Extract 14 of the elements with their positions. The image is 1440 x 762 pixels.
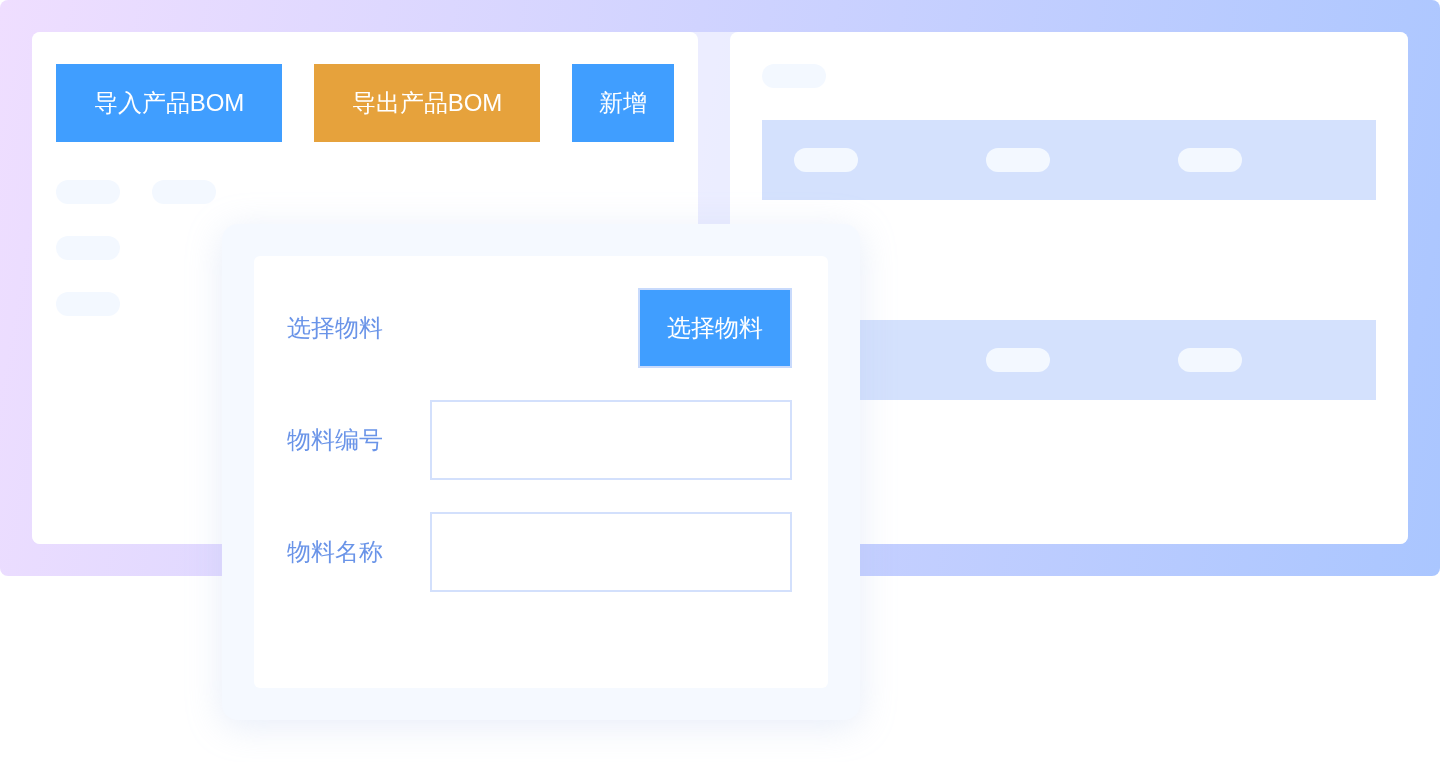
field-label: 物料编号: [287, 425, 383, 455]
input-field[interactable]: [430, 400, 792, 480]
skeleton-line: [986, 148, 1050, 172]
skeleton-line: [986, 348, 1050, 372]
select-button[interactable]: 选择物料: [638, 288, 792, 368]
skeleton-line: [794, 148, 858, 172]
skeleton-line: [1178, 348, 1242, 372]
toolbar-button[interactable]: 导入产品BOM: [56, 64, 282, 142]
toolbar-button[interactable]: 导出产品BOM: [314, 64, 540, 142]
field-label: 物料名称: [287, 537, 383, 567]
skeleton-line: [1178, 148, 1242, 172]
field-label: 选择物料: [287, 313, 383, 343]
toolbar-button[interactable]: 新增: [572, 64, 674, 142]
input-field[interactable]: [430, 512, 792, 592]
